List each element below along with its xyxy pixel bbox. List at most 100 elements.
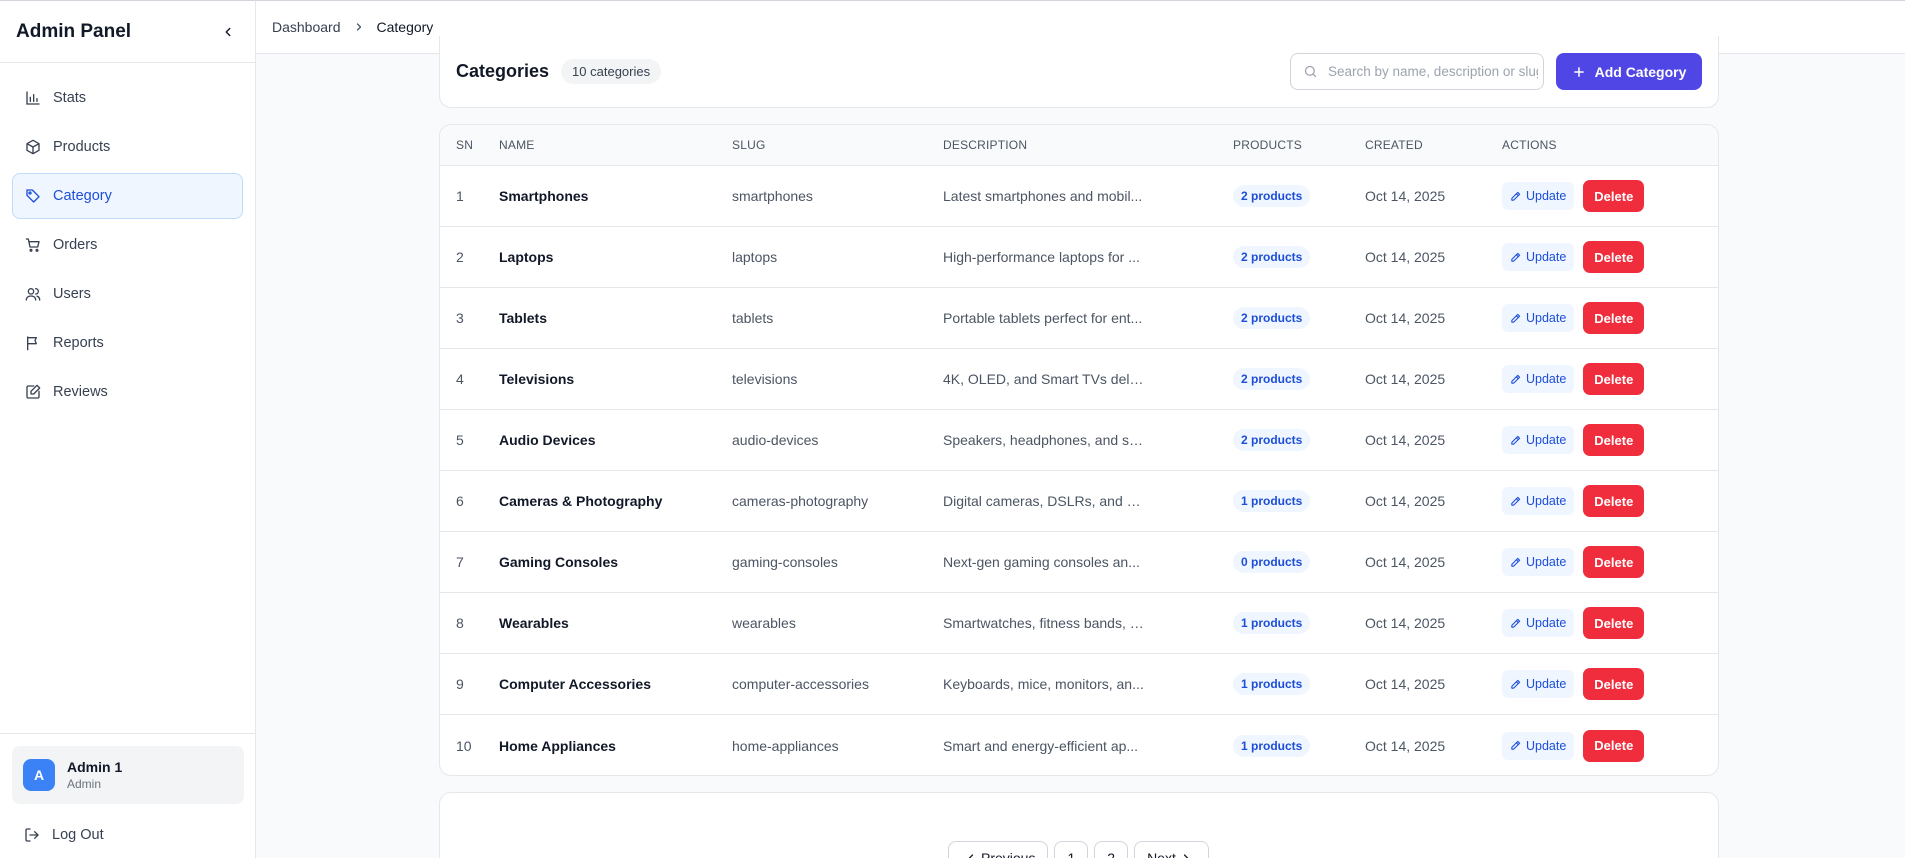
table-row: 1 Smartphones smartphones Latest smartphone… xyxy=(440,166,1718,227)
delete-button[interactable]: Delete xyxy=(1583,485,1645,517)
logout-button[interactable]: Log Out xyxy=(12,812,244,858)
cell-products: 1 products xyxy=(1233,734,1365,757)
cart-icon xyxy=(25,237,41,253)
delete-button[interactable]: Delete xyxy=(1583,668,1645,700)
cell-sn: 3 xyxy=(456,310,464,326)
cell-sn: 5 xyxy=(456,432,464,448)
update-button[interactable]: Update xyxy=(1502,365,1575,393)
cell-slug: cameras-photography xyxy=(732,493,869,509)
delete-button[interactable]: Delete xyxy=(1583,546,1645,578)
table-row: 5 Audio Devices audio-devices Speakers, hea… xyxy=(440,410,1718,471)
update-label: Update xyxy=(1526,494,1567,508)
delete-button[interactable]: Delete xyxy=(1583,241,1645,273)
update-label: Update xyxy=(1526,189,1567,203)
cell-description: Keyboards, mice, monitors, an... xyxy=(943,676,1144,692)
search-icon xyxy=(1303,64,1318,79)
update-label: Update xyxy=(1526,433,1567,447)
delete-button[interactable]: Delete xyxy=(1583,363,1645,395)
cell-products: 0 products xyxy=(1233,551,1365,573)
cell-description: Next-gen gaming consoles an... xyxy=(943,554,1140,570)
cell-description: Smartwatches, fitness bands, a... xyxy=(943,615,1150,631)
user-role: Admin xyxy=(67,777,102,791)
update-button[interactable]: Update xyxy=(1502,182,1575,210)
package-icon xyxy=(25,139,41,155)
page-button-1[interactable]: 1 xyxy=(1054,841,1089,858)
update-button[interactable]: Update xyxy=(1502,609,1575,637)
cell-actions: Update Delete xyxy=(1502,302,1718,334)
cell-actions: Update Delete xyxy=(1502,546,1718,578)
cell-created: Oct 14, 2025 xyxy=(1365,310,1446,326)
cell-slug: laptops xyxy=(732,249,778,265)
page-button-2[interactable]: 2 xyxy=(1094,841,1129,858)
sidebar-item-label: Users xyxy=(53,286,91,302)
cell-description: 4K, OLED, and Smart TVs deliv... xyxy=(943,371,1151,387)
add-category-button[interactable]: Add Category xyxy=(1556,53,1702,90)
products-badge: 2 products xyxy=(1233,307,1311,329)
previous-page-button[interactable]: Previous xyxy=(948,841,1049,858)
cell-products: 1 products xyxy=(1233,673,1365,695)
cell-description: Portable tablets perfect for ent... xyxy=(943,310,1143,326)
products-badge: 1 products xyxy=(1233,673,1311,695)
update-label: Update xyxy=(1526,372,1567,386)
cell-slug: gaming-consoles xyxy=(732,554,838,570)
update-button[interactable]: Update xyxy=(1502,304,1575,332)
cell-description: Smart and energy-efficient ap... xyxy=(943,737,1139,754)
collapse-sidebar-button[interactable] xyxy=(217,21,239,43)
user-name: Admin 1 xyxy=(67,759,123,775)
pencil-icon xyxy=(1510,374,1521,385)
update-button[interactable]: Update xyxy=(1502,243,1575,271)
categories-table: SN NAME SLUG DESCRIPTION PRODUCTS CREATE… xyxy=(439,124,1719,776)
sidebar-item-users[interactable]: Users xyxy=(12,271,243,317)
update-button[interactable]: Update xyxy=(1502,670,1575,698)
sidebar-item-label: Stats xyxy=(53,90,87,106)
sidebar-item-reviews[interactable]: Reviews xyxy=(12,369,243,415)
pencil-icon xyxy=(1510,313,1521,324)
next-label: Next xyxy=(1147,850,1176,858)
flag-icon xyxy=(25,335,41,351)
user-card[interactable]: A Admin 1 Admin xyxy=(12,746,244,804)
delete-button[interactable]: Delete xyxy=(1583,302,1645,334)
pencil-icon xyxy=(1510,252,1521,263)
search-box xyxy=(1290,53,1544,90)
cell-sn: 2 xyxy=(456,249,464,265)
table-row: 10 Home Appliances home-appliances Smart an… xyxy=(440,715,1718,775)
breadcrumb-dashboard[interactable]: Dashboard xyxy=(272,19,341,35)
sidebar-item-label: Reports xyxy=(53,335,104,351)
delete-button[interactable]: Delete xyxy=(1583,180,1645,212)
search-input[interactable] xyxy=(1328,64,1538,79)
categories-header: Categories 10 categories Add Category xyxy=(439,36,1719,108)
cell-description: Latest smartphones and mobil... xyxy=(943,188,1143,204)
next-page-button[interactable]: Next xyxy=(1134,841,1209,858)
page-title: Categories xyxy=(456,61,550,81)
cell-created: Oct 14, 2025 xyxy=(1365,249,1446,265)
cell-created: Oct 14, 2025 xyxy=(1365,554,1446,570)
cell-actions: Update Delete xyxy=(1502,729,1718,762)
update-button[interactable]: Update xyxy=(1502,487,1575,515)
update-button[interactable]: Update xyxy=(1502,426,1575,454)
sidebar-footer: A Admin 1 Admin Log Out xyxy=(0,733,256,858)
table-header: SN NAME SLUG DESCRIPTION PRODUCTS CREATE… xyxy=(440,125,1718,166)
sidebar-item-reports[interactable]: Reports xyxy=(12,320,243,366)
tag-icon xyxy=(25,188,41,204)
pencil-icon xyxy=(1510,191,1521,202)
sidebar-item-orders[interactable]: Orders xyxy=(12,222,243,268)
plus-icon xyxy=(1572,65,1586,79)
cell-slug: computer-accessories xyxy=(732,676,869,692)
column-header-created: CREATED xyxy=(1365,138,1423,152)
cell-actions: Update Delete xyxy=(1502,485,1718,517)
sidebar-item-products[interactable]: Products xyxy=(12,124,243,170)
update-button[interactable]: Update xyxy=(1502,731,1575,760)
sidebar-item-label: Reviews xyxy=(53,384,108,400)
delete-button[interactable]: Delete xyxy=(1583,424,1645,456)
delete-button[interactable]: Delete xyxy=(1583,729,1645,762)
sidebar-item-stats[interactable]: Stats xyxy=(12,75,243,121)
sidebar-nav: Stats Products Category Orders Users Rep… xyxy=(0,63,255,415)
sidebar-item-category[interactable]: Category xyxy=(12,173,243,219)
cell-actions: Update Delete xyxy=(1502,241,1718,273)
cell-actions: Update Delete xyxy=(1502,363,1718,395)
cell-description: High-performance laptops for ... xyxy=(943,249,1140,265)
delete-button[interactable]: Delete xyxy=(1583,607,1645,639)
cell-sn: 4 xyxy=(456,371,464,387)
update-button[interactable]: Update xyxy=(1502,548,1575,576)
sidebar-header: Admin Panel xyxy=(0,1,255,63)
